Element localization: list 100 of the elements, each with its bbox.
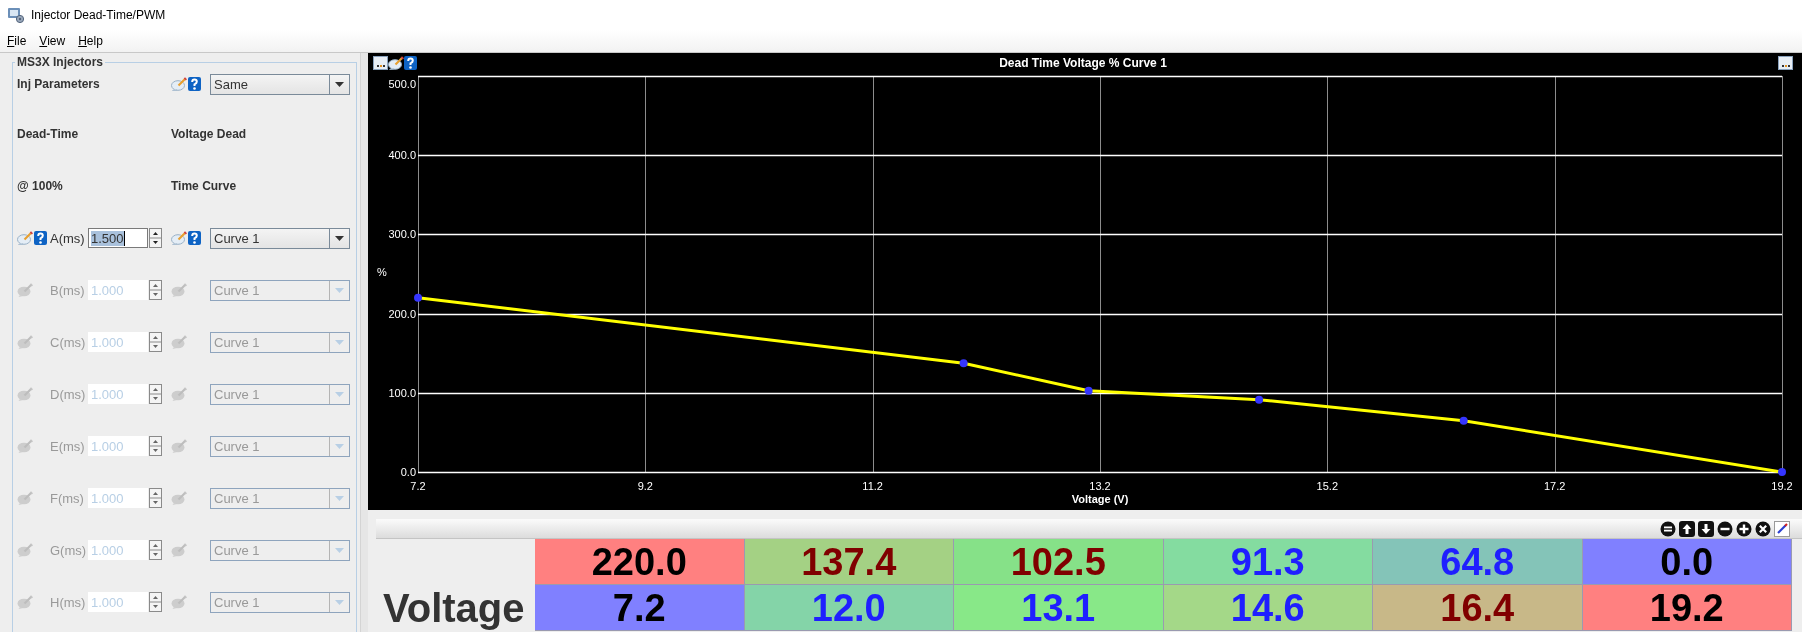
pencil-icon[interactable] — [1774, 520, 1790, 537]
cell-value: 14.6 — [1230, 588, 1305, 627]
field-label: D(ms) — [50, 386, 87, 402]
column-heading: Time Curve — [171, 179, 237, 193]
table-cell[interactable]: 14.6 — [1163, 585, 1373, 631]
spinner-arrows-icon[interactable] — [149, 228, 162, 248]
data-point — [414, 293, 422, 302]
pencil-bubble-icon — [171, 439, 187, 453]
minus-circle-icon[interactable] — [1717, 520, 1733, 537]
help-icon[interactable] — [404, 56, 417, 70]
caret-icon — [335, 391, 344, 397]
table-cell[interactable]: 16.4 — [1373, 585, 1583, 631]
table-cell[interactable]: 137.4 — [744, 539, 954, 585]
cell-value: 12.0 — [811, 588, 886, 627]
cell-value: 64.8 — [1440, 542, 1515, 581]
tick-label: 9.2 — [637, 480, 653, 492]
pencil-bubble-icon — [17, 543, 33, 557]
pencil-bubble-icon — [17, 387, 33, 401]
cell-value: 0.0 — [1660, 542, 1714, 581]
pencil-bubble-icon[interactable] — [388, 56, 404, 70]
tick-label: 200.0 — [388, 307, 416, 320]
tick-label: 19.2 — [1771, 480, 1793, 492]
caret-icon — [335, 81, 344, 87]
cell-value: 137.4 — [801, 542, 897, 581]
curve-dropdown[interactable]: Curve 1 — [210, 227, 350, 249]
more-icon[interactable] — [1778, 56, 1793, 70]
axis-title: Voltage (V) — [1071, 493, 1129, 505]
pencil-bubble-icon — [171, 491, 187, 505]
tick-label: 13.2 — [1089, 480, 1111, 492]
pencil-bubble-icon — [171, 543, 187, 557]
table-cell[interactable]: 19.2 — [1582, 585, 1792, 631]
table-cell[interactable]: 91.3 — [1163, 539, 1373, 585]
column-heading: Dead-Time — [17, 127, 79, 141]
x-circle-icon[interactable] — [1755, 520, 1771, 537]
mode-dropdown[interactable]: Same — [210, 73, 350, 95]
data-point — [959, 359, 968, 368]
caret-icon — [335, 443, 344, 449]
tick-label: 11.2 — [862, 480, 883, 492]
down-arrow-icon[interactable] — [1698, 520, 1714, 537]
tick-label: 7.2 — [410, 480, 426, 492]
field-label: F(ms) — [50, 490, 85, 506]
caret-icon — [335, 235, 344, 241]
column-heading: Voltage Dead — [171, 127, 247, 141]
field-label: G(ms) — [50, 542, 88, 558]
table-cell[interactable]: 0.0 — [1582, 539, 1792, 585]
window-title: Injector Dead-Time/PWM — [31, 8, 166, 22]
row-label: Voltage — [383, 585, 525, 631]
cell-value: 102.5 — [1010, 542, 1106, 581]
cell-value: 19.2 — [1649, 588, 1724, 627]
caret-icon — [335, 495, 344, 501]
menu-item[interactable]: View — [38, 33, 67, 49]
more-icon[interactable] — [373, 56, 388, 70]
caret-icon — [335, 547, 344, 553]
field-label: E(ms) — [50, 438, 86, 454]
table-cell[interactable]: 64.8 — [1373, 539, 1583, 585]
help-icon[interactable] — [188, 77, 201, 91]
group-title: MS3X Injectors — [15, 55, 106, 69]
table-cell[interactable]: 13.1 — [954, 585, 1164, 631]
field-label: Inj Parameters — [17, 77, 100, 91]
pencil-bubble-icon — [17, 283, 33, 297]
tick-label: 500.0 — [388, 78, 416, 90]
cell-value: 7.2 — [612, 588, 666, 627]
axis-title: % — [377, 266, 387, 278]
menu-item[interactable]: Help — [77, 33, 104, 49]
pencil-bubble-icon — [17, 491, 33, 505]
pencil-bubble-icon — [171, 387, 187, 401]
cell-value: 220.0 — [591, 542, 687, 581]
tick-label: 400.0 — [388, 149, 416, 162]
help-icon[interactable] — [34, 231, 47, 245]
table-cell[interactable]: 12.0 — [744, 585, 954, 631]
equals-circle-icon[interactable] — [1660, 520, 1676, 537]
app-icon — [8, 7, 24, 23]
value-field[interactable]: 1.500 — [88, 228, 148, 248]
field-label: H(ms) — [50, 594, 87, 610]
table-cell[interactable]: 7.2 — [535, 585, 745, 631]
column-heading: @ 100% — [17, 179, 63, 193]
plus-circle-icon[interactable] — [1736, 520, 1752, 537]
caret-icon — [335, 339, 344, 345]
pencil-bubble-icon — [17, 335, 33, 349]
tick-label: 100.0 — [388, 386, 416, 399]
up-arrow-icon[interactable] — [1679, 520, 1695, 537]
pencil-bubble-icon — [171, 595, 187, 609]
tick-label: 300.0 — [388, 228, 416, 241]
pencil-bubble-icon — [17, 595, 33, 609]
data-point — [1084, 386, 1093, 395]
pencil-bubble-icon — [17, 439, 33, 453]
cell-value: 16.4 — [1440, 588, 1515, 627]
data-point — [1778, 468, 1786, 476]
field-label: A(ms) — [50, 230, 86, 246]
field-label: C(ms) — [50, 334, 87, 350]
table-cell[interactable]: 220.0 — [535, 539, 745, 585]
field-label: B(ms) — [50, 282, 86, 298]
table-cell[interactable]: 102.5 — [954, 539, 1164, 585]
menu-item[interactable]: File — [6, 33, 28, 49]
data-point — [1255, 395, 1264, 404]
pencil-bubble-icon — [171, 283, 187, 297]
cell-value: 13.1 — [1021, 588, 1096, 627]
help-icon[interactable] — [188, 231, 201, 245]
tick-label: 17.2 — [1543, 480, 1566, 492]
data-point — [1459, 416, 1468, 425]
